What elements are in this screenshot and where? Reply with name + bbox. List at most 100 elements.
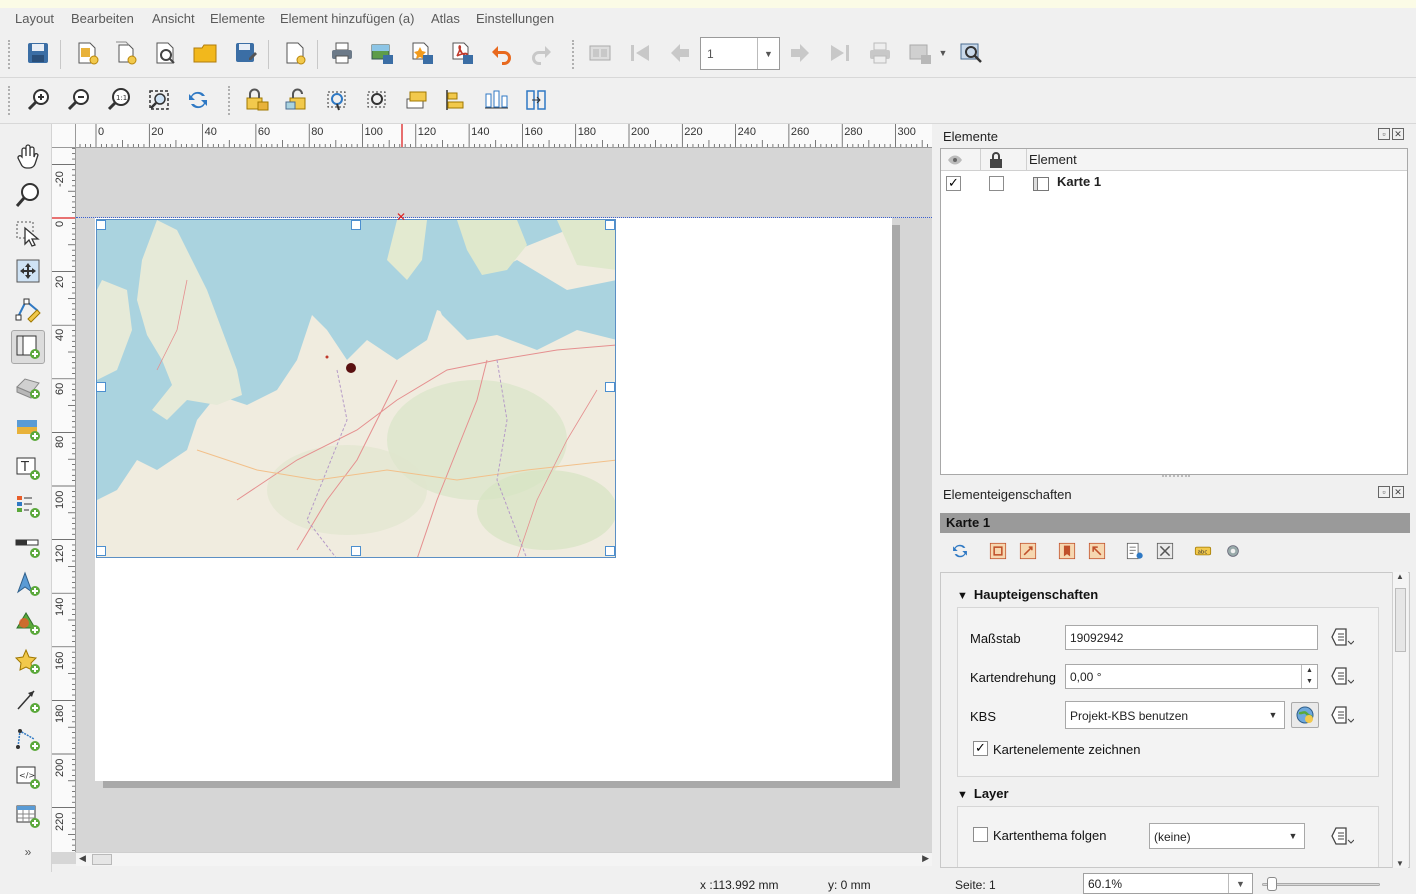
menu-view[interactable]: Ansicht: [152, 11, 195, 26]
add-page-button[interactable]: [280, 38, 310, 68]
scroll-right-icon[interactable]: ▶: [922, 853, 929, 864]
crs-combobox[interactable]: Projekt-KBS benutzen ▼: [1065, 701, 1285, 729]
layers-group[interactable]: ▼ Layer: [957, 786, 1009, 801]
atlas-page-spinbox[interactable]: 1 ▼: [700, 37, 780, 70]
add-shape-tool[interactable]: [11, 606, 45, 640]
resize-handle-sw[interactable]: [96, 546, 106, 556]
item-row[interactable]: ✓ Karte 1: [941, 172, 1407, 194]
atlas-preview-button[interactable]: [585, 38, 615, 68]
float-icon[interactable]: ▫: [1378, 486, 1390, 498]
clipping-settings-button[interactable]: [1150, 536, 1180, 566]
duplicate-layout-button[interactable]: [110, 38, 140, 68]
export-atlas-button[interactable]: [905, 38, 935, 68]
rotation-data-defined-button[interactable]: [1329, 663, 1355, 689]
next-feature-button[interactable]: [785, 38, 815, 68]
item-visible-checkbox[interactable]: ✓: [946, 176, 961, 191]
undo-button[interactable]: [487, 38, 517, 68]
resize-handle-ne[interactable]: [605, 220, 615, 230]
pan-tool[interactable]: [11, 140, 45, 174]
select-tool[interactable]: [11, 216, 45, 250]
theme-data-defined-button[interactable]: [1329, 823, 1355, 849]
edit-nodes-tool[interactable]: [11, 292, 45, 326]
menu-settings[interactable]: Einstellungen: [476, 11, 554, 26]
add-scalebar-tool[interactable]: [11, 529, 45, 563]
save-project-button[interactable]: [23, 38, 53, 68]
first-feature-button[interactable]: [625, 38, 655, 68]
scroll-up-icon[interactable]: ▲: [1396, 572, 1404, 581]
add-3d-map-tool[interactable]: [11, 370, 45, 404]
raise-items-button[interactable]: [402, 85, 432, 115]
resize-handle-e[interactable]: [605, 382, 615, 392]
add-attribute-table-tool[interactable]: [11, 799, 45, 833]
print-button[interactable]: [327, 38, 357, 68]
previous-feature-button[interactable]: [665, 38, 695, 68]
add-legend-tool[interactable]: [11, 489, 45, 523]
zoom-full-button[interactable]: [144, 85, 174, 115]
scrollbar-thumb[interactable]: [1395, 588, 1406, 652]
deselect-button[interactable]: [362, 85, 392, 115]
add-html-tool[interactable]: </>: [11, 760, 45, 794]
items-list[interactable]: Element ✓ Karte 1: [940, 148, 1408, 475]
layout-manager-button[interactable]: [150, 38, 180, 68]
scale-data-defined-button[interactable]: [1329, 624, 1355, 650]
new-layout-button[interactable]: [72, 38, 102, 68]
menu-edit[interactable]: Bearbeiten: [71, 11, 134, 26]
export-pdf-button[interactable]: [447, 38, 477, 68]
export-atlas-dropdown[interactable]: ▼: [936, 38, 950, 68]
unlock-items-button[interactable]: [282, 85, 312, 115]
resize-handle-se[interactable]: [605, 546, 615, 556]
temporal-settings-button[interactable]: abc: [1188, 536, 1218, 566]
add-arrow-tool[interactable]: [11, 684, 45, 718]
zoom-combobox[interactable]: 60.1% ▼: [1083, 873, 1253, 894]
distribute-items-button[interactable]: [481, 85, 511, 115]
scrollbar-thumb[interactable]: [92, 854, 112, 865]
lock-column[interactable]: [981, 149, 1027, 171]
export-svg-button[interactable]: [407, 38, 437, 68]
visibility-column[interactable]: [941, 149, 981, 171]
menu-layout[interactable]: Layout: [15, 11, 54, 26]
set-to-canvas-extent-button[interactable]: [983, 536, 1013, 566]
scroll-left-icon[interactable]: ◀: [79, 853, 86, 864]
add-north-arrow-tool[interactable]: [11, 567, 45, 601]
more-tools-button[interactable]: »: [11, 842, 45, 862]
draw-map-items-checkbox[interactable]: ✓: [973, 741, 988, 756]
element-column[interactable]: Element: [1029, 152, 1077, 167]
view-extent-in-canvas-button[interactable]: [1013, 536, 1043, 566]
add-polyline-tool[interactable]: [11, 722, 45, 756]
export-image-button[interactable]: [367, 38, 397, 68]
add-picture-tool[interactable]: [11, 412, 45, 446]
resize-handle-w[interactable]: [96, 382, 106, 392]
align-items-button[interactable]: [440, 85, 470, 115]
set-to-bookmark-button[interactable]: [1052, 536, 1082, 566]
resize-handle-nw[interactable]: [96, 220, 106, 230]
add-map-tool[interactable]: [11, 330, 45, 364]
properties-scrollbar[interactable]: ▲ ▼: [1392, 572, 1408, 868]
scroll-down-icon[interactable]: ▼: [1396, 859, 1404, 868]
zoom-actual-button[interactable]: 1:1: [104, 85, 134, 115]
lock-items-button[interactable]: [242, 85, 272, 115]
select-crs-button[interactable]: [1291, 702, 1319, 728]
label-settings-button[interactable]: [1120, 536, 1150, 566]
map-theme-combobox[interactable]: (keine) ▼: [1149, 823, 1305, 849]
last-feature-button[interactable]: [825, 38, 855, 68]
rotation-spinbox[interactable]: 0,00 ° ▲ ▼: [1065, 664, 1318, 689]
atlas-settings-button-2[interactable]: [1218, 536, 1248, 566]
menu-add-item[interactable]: Element hinzufügen (a): [280, 11, 414, 26]
add-marker-tool[interactable]: [11, 645, 45, 679]
close-icon[interactable]: ✕: [1392, 486, 1404, 498]
menu-atlas[interactable]: Atlas: [431, 11, 460, 26]
horizontal-ruler[interactable]: 0 20 40 60 80 100 120 140 160 180 200 220 240 260 280 3…: [76, 124, 932, 148]
map-item[interactable]: [96, 219, 616, 558]
zoom-tool[interactable]: [11, 178, 45, 212]
redo-button[interactable]: [526, 38, 556, 68]
refresh-view-button[interactable]: [183, 85, 213, 115]
update-preview-button[interactable]: [945, 536, 975, 566]
atlas-settings-button[interactable]: [956, 38, 986, 68]
float-icon[interactable]: ▫: [1378, 128, 1390, 140]
close-icon[interactable]: ✕: [1392, 128, 1404, 140]
horizontal-scrollbar[interactable]: ◀ ▶: [76, 852, 932, 866]
move-item-content-tool[interactable]: [11, 254, 45, 288]
set-map-extent-button[interactable]: [1082, 536, 1112, 566]
follow-theme-checkbox[interactable]: [973, 827, 988, 842]
menu-items[interactable]: Elemente: [210, 11, 265, 26]
